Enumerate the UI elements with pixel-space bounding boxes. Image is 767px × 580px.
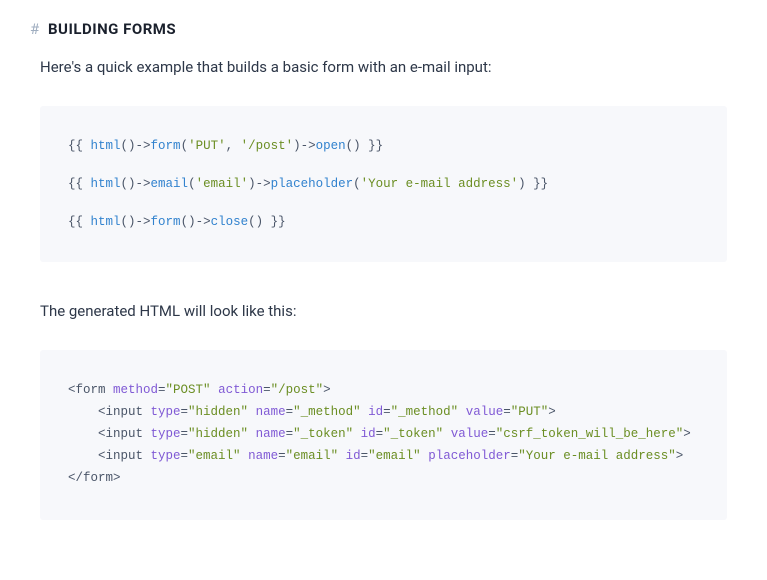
intro-paragraph: Here's a quick example that builds a bas…: [40, 58, 737, 76]
code-block-html: <form method="POST" action="/post"> <inp…: [40, 350, 727, 520]
code-line: </form>: [68, 468, 699, 488]
heading-hash[interactable]: #: [30, 20, 40, 38]
code-line: <input type="hidden" name="_token" id="_…: [68, 424, 699, 444]
code-line: {{ html()->form('PUT', '/post')->open() …: [68, 136, 699, 156]
section-heading: # BUILDING FORMS: [30, 20, 737, 38]
code-line: <form method="POST" action="/post">: [68, 380, 699, 400]
code-line: {{ html()->email('email')->placeholder('…: [68, 174, 699, 194]
code-line: {{ html()->form()->close() }}: [68, 212, 699, 232]
code-block-blade: {{ html()->form('PUT', '/post')->open() …: [40, 106, 727, 262]
heading-title: BUILDING FORMS: [48, 20, 176, 38]
output-paragraph: The generated HTML will look like this:: [40, 302, 737, 320]
code-line: <input type="hidden" name="_method" id="…: [68, 402, 699, 422]
code-line: <input type="email" name="email" id="ema…: [68, 446, 699, 466]
